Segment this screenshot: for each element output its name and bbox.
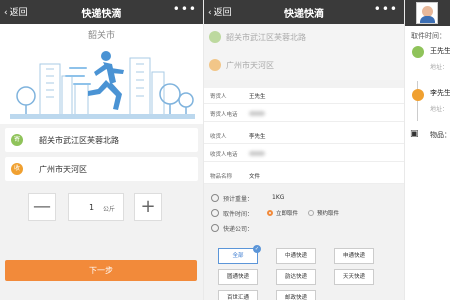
nav-bar: ‹ 返回 快递快滴 •••	[0, 0, 203, 24]
from-address: 韶关市武江区芙蓉北路	[39, 136, 119, 145]
goods-label: 物品：	[430, 131, 450, 139]
receiver-pin-icon	[209, 59, 221, 71]
field-label: 寄货人	[210, 94, 227, 100]
weight-row: 预计重量： 1KG	[204, 193, 404, 205]
field-label: 物品名称	[210, 174, 233, 180]
goods-name-field[interactable]: 文件	[249, 172, 260, 180]
sender-phone-row[interactable]: 寄货人电话	[204, 106, 404, 122]
sender-name-field[interactable]: 王先生	[249, 92, 266, 100]
clock-icon	[211, 209, 219, 217]
receiver-name-row[interactable]: 收货人 李先生	[204, 128, 404, 144]
company-icon	[211, 224, 219, 232]
goods-name-row[interactable]: 物品名称 文件	[204, 168, 404, 184]
increase-button[interactable]: +	[134, 193, 162, 221]
weight-unit: 公斤	[103, 206, 116, 213]
order-summary: 取件时间： 王先生 地址： 李先生 地址： ▣ 物品：	[405, 26, 450, 300]
order-confirm-screen: 取件时间： 王先生 地址： 李先生 地址： ▣ 物品：	[405, 0, 450, 300]
sender-name: 王先生	[430, 47, 450, 55]
order-screen: ‹ 返回 快递快滴 ••• 韶关市 寄 韶关市武江区芙蓉北路 收 广州市天河区 …	[0, 0, 203, 300]
runner-illustration	[10, 51, 195, 119]
sender-pin-icon	[412, 46, 424, 58]
profile-header	[405, 0, 450, 26]
company-option-yunda[interactable]: 韵达快递	[276, 269, 316, 285]
pickup-label: 取件时间：	[223, 211, 254, 218]
company-option-tiantian[interactable]: 天天快递	[334, 269, 374, 285]
to-address-card[interactable]: 收 广州市天河区	[5, 157, 198, 181]
company-option-ems[interactable]: 邮政快递	[276, 290, 316, 300]
contact-form: 寄货人 王先生 寄货人电话 收货人 李先生 收货人电话 物品名称 文件	[204, 88, 404, 184]
pickup-now-label[interactable]: 立即取件	[276, 209, 298, 217]
company-row: 快递公司：	[204, 223, 404, 235]
sender-pin-icon: 寄	[11, 134, 23, 146]
to-address: 广州市天河区	[226, 61, 274, 70]
next-button[interactable]: 下一步	[5, 260, 197, 281]
receiver-pin-icon	[412, 89, 424, 101]
receiver-pin-icon: 收	[11, 163, 23, 175]
pickup-later-label[interactable]: 预约取件	[317, 209, 339, 217]
from-address: 韶关市武江区芙蓉北路	[226, 33, 306, 42]
pickup-later-radio[interactable]	[308, 210, 314, 216]
screenshot-collage: ‹ 返回 快递快滴 ••• 韶关市 寄 韶关市武江区芙蓉北路 收 广州市天河区 …	[0, 0, 450, 300]
company-option-yto[interactable]: 圆通快递	[218, 269, 258, 285]
company-option-best[interactable]: 百世汇通	[218, 290, 258, 300]
sender-address-label: 地址：	[430, 64, 449, 71]
more-icon[interactable]: •••	[374, 2, 398, 16]
pickup-now-radio[interactable]	[267, 210, 273, 216]
from-address-row[interactable]: 韶关市武江区芙蓉北路	[204, 24, 404, 52]
company-option-all[interactable]: 全部 ✓	[218, 245, 261, 264]
weight-value: 1	[89, 203, 95, 212]
sender-phone-field[interactable]	[249, 111, 265, 116]
avatar[interactable]	[416, 2, 438, 24]
pickup-time-label: 取件时间：	[411, 32, 446, 40]
field-label: 寄货人电话	[210, 112, 238, 118]
more-icon[interactable]: •••	[173, 2, 197, 16]
company-option-label: 全部	[232, 253, 244, 259]
route-line	[417, 81, 418, 121]
receiver-phone-row[interactable]: 收货人电话	[204, 146, 404, 162]
avatar-body	[420, 16, 435, 23]
weight-value: 1KG	[272, 194, 285, 201]
receiver-phone-field[interactable]	[249, 151, 265, 156]
sender-name-row[interactable]: 寄货人 王先生	[204, 88, 404, 104]
to-address-row[interactable]: 广州市天河区	[204, 52, 404, 80]
order-detail-screen: ‹ 返回 快递快滴 ••• 韶关市武江区芙蓉北路 广州市天河区 寄货人 王先生 寄…	[204, 0, 404, 300]
to-address: 广州市天河区	[39, 165, 87, 174]
field-label: 收货人电话	[210, 152, 238, 158]
weight-field[interactable]: 1 公斤	[68, 193, 124, 221]
company-option-zto[interactable]: 中通快递	[276, 248, 316, 264]
hero-banner: 韶关市	[0, 24, 203, 124]
scale-icon	[211, 194, 219, 202]
weight-label: 预计重量：	[223, 196, 254, 203]
pickup-time-row: 取件时间： 立即取件 预约取件	[204, 208, 404, 220]
decrease-button[interactable]: —	[28, 193, 56, 221]
receiver-name-field[interactable]: 李先生	[249, 132, 266, 140]
check-icon: ✓	[253, 245, 261, 253]
company-option-sto[interactable]: 申通快递	[334, 248, 374, 264]
package-icon: ▣	[410, 129, 419, 139]
receiver-address-label: 地址：	[430, 106, 449, 113]
nav-bar: ‹ 返回 快递快滴 •••	[204, 0, 404, 24]
company-label: 快递公司：	[223, 226, 254, 233]
sender-pin-icon	[209, 31, 221, 43]
from-address-card[interactable]: 寄 韶关市武江区芙蓉北路	[5, 128, 198, 152]
receiver-name: 李先生	[430, 89, 450, 97]
field-label: 收货人	[210, 134, 227, 140]
